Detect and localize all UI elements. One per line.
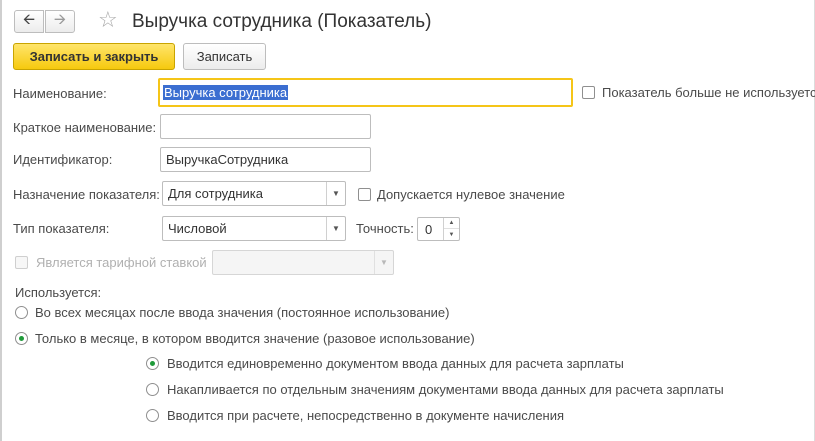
short-name-input[interactable] <box>160 114 371 139</box>
star-icon[interactable]: ☆ <box>98 7 118 33</box>
stepper-buttons: ▲ ▼ <box>443 218 459 240</box>
type-label: Тип показателя: <box>13 221 110 236</box>
arrow-left-icon: 🡨 <box>22 11 36 28</box>
save-and-close-button[interactable]: Записать и закрыть <box>13 43 175 70</box>
identifier-label: Идентификатор: <box>13 152 113 167</box>
chevron-down-icon[interactable]: ▼ <box>326 182 345 205</box>
usage-label: Используется: <box>15 285 102 300</box>
name-input[interactable]: Выручка сотрудника <box>158 78 573 107</box>
identifier-input[interactable]: ВыручкаСотрудника <box>160 147 371 172</box>
usage-option-one-time-label: Только в месяце, в котором вводится знач… <box>35 331 475 346</box>
stepper-down-icon[interactable]: ▼ <box>444 229 459 240</box>
precision-stepper[interactable]: 0 ▲ ▼ <box>417 217 460 241</box>
input-mode-option-once-label: Вводится единовременно документом ввода … <box>167 356 624 371</box>
usage-option-permanent-label: Во всех месяцах после ввода значения (по… <box>35 305 450 320</box>
unused-checkbox[interactable] <box>582 86 595 99</box>
precision-value: 0 <box>425 222 433 237</box>
input-mode-option-on-calculation-label: Вводится при расчете, непосредственно в … <box>167 408 565 423</box>
input-mode-radio-on-calculation[interactable] <box>146 409 159 422</box>
arrow-right-icon: 🡪 <box>53 11 67 28</box>
input-mode-radio-accumulated[interactable] <box>146 383 159 396</box>
chevron-down-icon[interactable]: ▼ <box>374 251 393 274</box>
purpose-select-value: Для сотрудника <box>168 186 263 201</box>
unused-checkbox-label: Показатель больше не используется <box>602 85 815 100</box>
usage-radio-permanent[interactable] <box>15 306 28 319</box>
zero-allowed-label: Допускается нулевое значение <box>377 187 565 202</box>
type-select-value: Числовой <box>168 221 227 236</box>
save-button[interactable]: Записать <box>183 43 266 70</box>
name-label: Наименование: <box>13 86 107 101</box>
tariff-rate-select[interactable]: ▼ <box>212 250 394 275</box>
input-mode-option-accumulated-label: Накапливается по отдельным значениям док… <box>167 382 724 397</box>
back-button[interactable]: 🡨 <box>14 10 44 33</box>
window-frame-left <box>0 0 2 441</box>
zero-allowed-checkbox[interactable] <box>358 188 371 201</box>
short-name-label: Краткое наименование: <box>13 120 157 135</box>
purpose-select[interactable]: Для сотрудника ▼ <box>162 181 346 206</box>
usage-radio-one-time[interactable] <box>15 332 28 345</box>
name-input-value: Выручка сотрудника <box>163 85 289 100</box>
chevron-down-icon[interactable]: ▼ <box>326 217 345 240</box>
purpose-label: Назначение показателя: <box>13 187 160 202</box>
forward-button[interactable]: 🡪 <box>45 10 75 33</box>
identifier-input-value: ВыручкаСотрудника <box>166 152 289 167</box>
stepper-up-icon[interactable]: ▲ <box>444 218 459 229</box>
precision-label: Точность: <box>356 221 414 236</box>
type-select[interactable]: Числовой ▼ <box>162 216 346 241</box>
page-title: Выручка сотрудника (Показатель) <box>132 11 432 32</box>
tariff-rate-checkbox[interactable] <box>15 256 28 269</box>
tariff-rate-label: Является тарифной ставкой <box>36 255 207 270</box>
input-mode-radio-once[interactable] <box>146 357 159 370</box>
